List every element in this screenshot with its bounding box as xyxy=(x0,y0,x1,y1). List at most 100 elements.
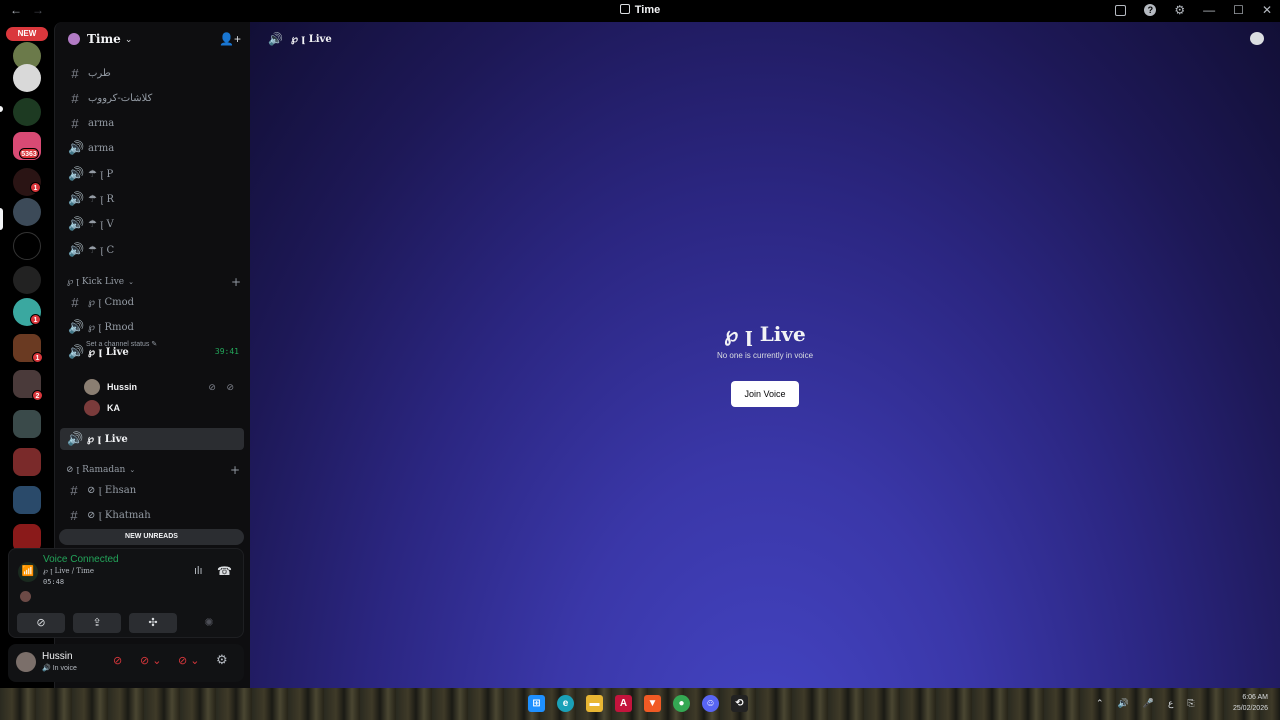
acrobat-icon[interactable]: A xyxy=(615,695,632,712)
signal-icon[interactable]: 📶 xyxy=(18,562,38,582)
disconnect-icon[interactable]: ☎ xyxy=(217,564,232,578)
brave-browser-icon[interactable]: ▼ xyxy=(644,695,661,712)
join-voice-button[interactable]: Join Voice xyxy=(731,381,799,407)
category-ramadan[interactable]: ⊘ ꞁ Ramadan ⌄ + xyxy=(66,462,244,478)
microphone-icon[interactable]: 🎤 xyxy=(1143,698,1154,709)
clock[interactable]: 6:06 AM 25/02/2026 xyxy=(1233,692,1268,714)
channel-type-icon: # xyxy=(71,90,79,106)
close-button[interactable]: ✕ xyxy=(1262,3,1272,17)
avatar xyxy=(20,591,31,602)
channel-type-icon: # xyxy=(70,507,78,523)
voice-connected-title[interactable]: Voice Connected xyxy=(43,554,119,565)
channel-item[interactable]: # ⊘ ꞁ Ehsan xyxy=(60,479,244,501)
maximize-button[interactable]: ☐ xyxy=(1233,3,1244,17)
channel-item[interactable]: # كلاشات-كرووب xyxy=(61,87,245,109)
channel-item[interactable]: # ⊘ ꞁ Khatmah xyxy=(60,504,244,526)
new-badge[interactable]: NEW xyxy=(6,27,48,41)
screen-share-button[interactable]: ⇪ xyxy=(73,613,121,633)
os-taskbar: ⊞ e ▬ A ▼ ● ☺ ⟲ ⌃ 🔊 🎤 ع ⎘ 6:06 AM 25/02/… xyxy=(0,688,1280,720)
voice-user[interactable]: KA xyxy=(84,398,244,418)
server-icon-3[interactable] xyxy=(13,98,41,126)
server-icon-6[interactable] xyxy=(13,198,41,226)
channel-item[interactable]: 🔊 ☂ ꞁ V xyxy=(61,213,245,235)
server-folder-4[interactable] xyxy=(13,448,41,476)
add-channel-icon[interactable]: + xyxy=(231,275,241,289)
server-icon xyxy=(619,4,630,14)
windows-start-icon[interactable]: ⊞ xyxy=(528,695,545,712)
unread-pill xyxy=(0,106,3,112)
channel-label: arma xyxy=(88,117,115,129)
settings-gear-icon[interactable]: ⚙ xyxy=(216,652,228,668)
channel-timer: 39:41 xyxy=(214,347,239,356)
mention-badge: 1 xyxy=(30,182,41,193)
user-panel: Hussin 🔊 In voice ⊘ ⊘ ⌄ ⊘ ⌄ ⚙ xyxy=(8,644,244,682)
chat-bubble-icon[interactable] xyxy=(1250,32,1264,45)
help-icon[interactable]: ? xyxy=(1144,4,1157,16)
logo-server-icon[interactable] xyxy=(13,232,41,260)
camera-off-button[interactable]: ⊘ xyxy=(17,613,65,633)
speaker-icon: 🔊 xyxy=(42,665,51,672)
add-channel-icon[interactable]: + xyxy=(230,463,240,477)
edge-browser-icon[interactable]: e xyxy=(557,695,574,712)
channel-label: ℘ ꞁ Rmod xyxy=(88,321,134,333)
voice-user[interactable]: Hussin ⊘ ⊘ xyxy=(84,377,244,397)
channel-item[interactable]: # طرب xyxy=(61,62,245,84)
mention-badge: 2 xyxy=(32,390,43,401)
mod-icon[interactable]: ⚙ xyxy=(1174,3,1185,17)
voice-channel-path[interactable]: ℘ ꞁ Live / Time xyxy=(43,567,94,575)
window-title: Time xyxy=(0,4,1280,16)
minimize-button[interactable]: — xyxy=(1203,3,1215,17)
server-folder-3[interactable] xyxy=(13,410,41,438)
file-explorer-icon[interactable]: ▬ xyxy=(586,695,603,712)
noise-suppression-icon[interactable]: ılı xyxy=(194,565,203,577)
camera-off-icon[interactable]: ⊘ xyxy=(113,654,122,667)
channel-type-icon: # xyxy=(71,65,79,81)
username[interactable]: Hussin xyxy=(42,651,73,662)
channel-item[interactable]: # ℘ ꞁ Cmod xyxy=(61,291,245,313)
chrome-icon[interactable]: ● xyxy=(673,695,690,712)
volume-icon[interactable]: 🔊 xyxy=(1118,698,1129,709)
activities-button[interactable]: ✣ xyxy=(129,613,177,633)
empty-voice-text: No one is currently in voice xyxy=(716,351,814,360)
channel-item[interactable]: 🔊 ☂ ꞁ P xyxy=(61,163,245,185)
selected-channel[interactable]: 🔊 ℘ ꞁ Live xyxy=(60,428,244,450)
headphones-deafened-icon[interactable]: ⊘ ⌄ xyxy=(178,654,200,667)
channel-label: طرب xyxy=(88,67,111,79)
set-channel-status[interactable]: Set a channel status ✎ xyxy=(86,340,157,348)
voice-elapsed: 05:48 xyxy=(43,578,65,586)
channel-item[interactable]: 🔊 ☂ ꞁ C xyxy=(61,239,245,261)
app-icon[interactable]: ⟲ xyxy=(731,695,748,712)
mic-muted-icon[interactable]: ⊘ ⌄ xyxy=(140,654,162,667)
language-indicator[interactable]: ع xyxy=(1168,698,1173,709)
server-header[interactable]: Time ⌄ 👤+ xyxy=(55,22,251,56)
category-kick-live[interactable]: ℘ ꞁ Kick Live ⌄ + xyxy=(67,274,245,290)
speaker-icon: 🔊 xyxy=(68,140,85,155)
channel-label: ⊘ ꞁ Ehsan xyxy=(87,484,137,496)
channel-item[interactable]: 🔊 arma xyxy=(61,137,245,159)
new-unreads-button[interactable]: NEW UNREADS xyxy=(59,529,244,545)
server-icon-2[interactable] xyxy=(13,64,41,92)
avatar[interactable] xyxy=(16,652,36,672)
server-folder-5[interactable] xyxy=(13,486,41,514)
soundboard-button[interactable]: ✺ xyxy=(185,613,233,633)
channel-item[interactable]: 🔊 ℘ ꞁ Rmod xyxy=(61,316,245,338)
network-icon[interactable]: ⎘ xyxy=(1187,698,1194,709)
server-icon-8[interactable] xyxy=(13,266,41,294)
channel-header-title: ℘ ꞁ Live xyxy=(290,33,332,45)
channel-item[interactable]: # arma xyxy=(61,112,245,134)
chevron-up-icon[interactable]: ⌃ xyxy=(1096,698,1104,709)
speaker-icon: 🔊 xyxy=(68,191,85,206)
selected-pill xyxy=(0,208,3,230)
channel-type-icon: # xyxy=(70,482,78,498)
voice-channel-title: ℘ ꞁ Live xyxy=(724,322,806,346)
channel-label: ☂ ꞁ R xyxy=(88,193,115,205)
inbox-icon[interactable] xyxy=(1115,4,1127,16)
channel-label: ℘ ꞁ Live xyxy=(88,346,129,358)
channel-label: ☂ ꞁ V xyxy=(88,218,114,230)
discord-icon[interactable]: ☺ xyxy=(702,695,719,712)
invite-icon[interactable]: 👤+ xyxy=(219,32,241,46)
mention-badge: 1 xyxy=(30,314,41,325)
avatar xyxy=(84,400,100,416)
channel-item[interactable]: 🔊 ☂ ꞁ R xyxy=(61,188,245,210)
voice-stage: 🔊 ℘ ꞁ Live ℘ ꞁ Live No one is currently … xyxy=(250,22,1280,688)
